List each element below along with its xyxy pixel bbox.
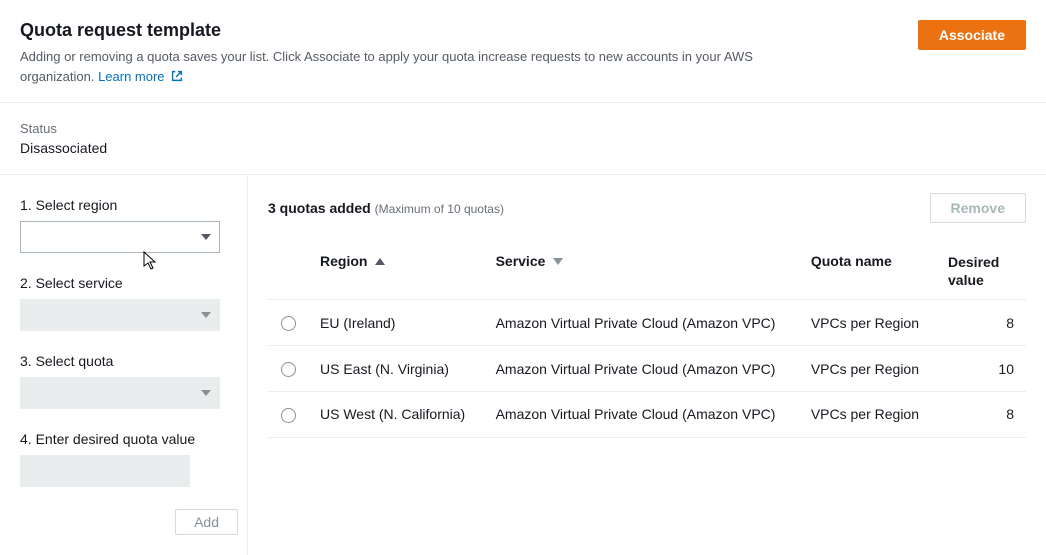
desired-value-input [20, 455, 190, 487]
chevron-down-icon [201, 390, 211, 396]
quotas-max-text: (Maximum of 10 quotas) [375, 202, 504, 216]
col-service-text: Service [496, 253, 546, 269]
page-header: Quota request template Adding or removin… [0, 0, 1046, 103]
add-button[interactable]: Add [175, 509, 238, 535]
table-row[interactable]: EU (Ireland)Amazon Virtual Private Cloud… [268, 300, 1026, 346]
cell-desired: 8 [936, 391, 1026, 437]
sort-ascending-icon [375, 258, 385, 265]
cell-service: Amazon Virtual Private Cloud (Amazon VPC… [484, 300, 799, 346]
learn-more-link[interactable]: Learn more [98, 69, 184, 84]
region-select[interactable] [20, 221, 220, 253]
cell-quota: VPCs per Region [799, 346, 936, 392]
col-region-text: Region [320, 253, 367, 269]
external-link-icon [170, 69, 184, 89]
quotas-panel: 3 quotas added (Maximum of 10 quotas) Re… [248, 175, 1046, 555]
col-desired-value[interactable]: Desired value [936, 243, 1026, 300]
learn-more-text: Learn more [98, 69, 164, 84]
chevron-down-icon [201, 234, 211, 240]
quotas-table: Region Service Quota name Desired value [268, 243, 1026, 438]
page-title: Quota request template [20, 20, 800, 41]
form-panel: 1. Select region 2. Select service 3. Se… [0, 175, 248, 555]
step2-label: 2. Select service [20, 275, 227, 291]
col-region[interactable]: Region [308, 243, 484, 300]
row-radio[interactable] [281, 408, 296, 423]
page-description: Adding or removing a quota saves your li… [20, 47, 800, 88]
cell-region: US West (N. California) [308, 391, 484, 437]
service-select [20, 299, 220, 331]
status-label: Status [20, 121, 1026, 136]
cell-quota: VPCs per Region [799, 300, 936, 346]
row-radio[interactable] [281, 362, 296, 377]
col-quota-name[interactable]: Quota name [799, 243, 936, 300]
associate-button[interactable]: Associate [918, 20, 1026, 50]
cell-service: Amazon Virtual Private Cloud (Amazon VPC… [484, 391, 799, 437]
remove-button[interactable]: Remove [930, 193, 1026, 223]
quotas-count-number: 3 [268, 200, 276, 216]
cell-service: Amazon Virtual Private Cloud (Amazon VPC… [484, 346, 799, 392]
status-value: Disassociated [20, 140, 1026, 156]
cursor-icon [143, 251, 159, 274]
col-quota-text: Quota name [811, 253, 892, 269]
col-service[interactable]: Service [484, 243, 799, 300]
cell-region: US East (N. Virginia) [308, 346, 484, 392]
quotas-count-text: quotas added [276, 200, 375, 216]
row-radio[interactable] [281, 316, 296, 331]
table-row[interactable]: US West (N. California)Amazon Virtual Pr… [268, 391, 1026, 437]
status-block: Status Disassociated [0, 103, 1046, 174]
cell-region: EU (Ireland) [308, 300, 484, 346]
quota-select [20, 377, 220, 409]
cell-desired: 8 [936, 300, 1026, 346]
col-desired-text: Desired value [948, 254, 999, 288]
step3-label: 3. Select quota [20, 353, 227, 369]
cell-desired: 10 [936, 346, 1026, 392]
table-row[interactable]: US East (N. Virginia)Amazon Virtual Priv… [268, 346, 1026, 392]
col-select [268, 243, 308, 300]
sort-icon [553, 258, 563, 265]
step4-label: 4. Enter desired quota value [20, 431, 227, 447]
chevron-down-icon [201, 312, 211, 318]
cell-quota: VPCs per Region [799, 391, 936, 437]
step1-label: 1. Select region [20, 197, 227, 213]
quotas-count: 3 quotas added (Maximum of 10 quotas) [268, 200, 504, 216]
